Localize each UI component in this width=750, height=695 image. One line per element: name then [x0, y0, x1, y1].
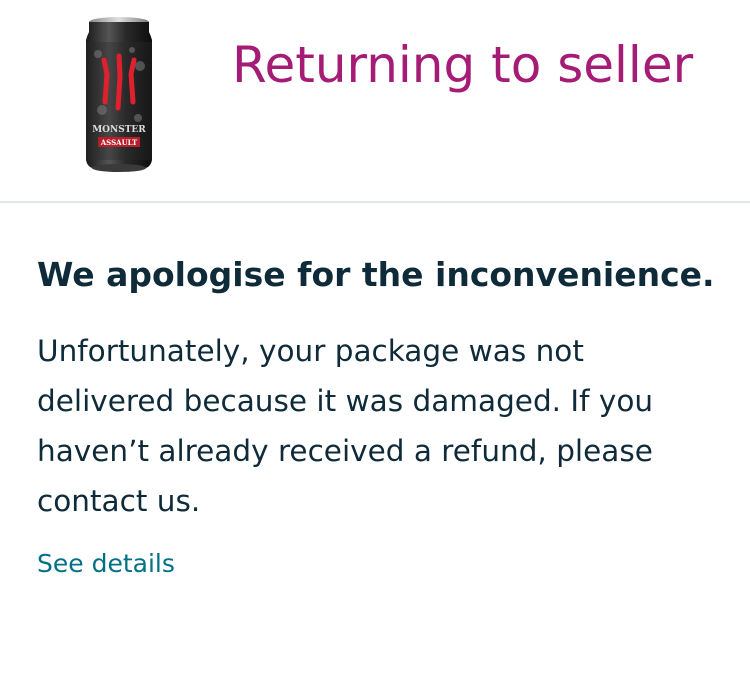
delivery-issue-section: We apologise for the inconvenience. Unfo… [37, 250, 727, 580]
svg-text:ASSAULT: ASSAULT [100, 138, 138, 147]
see-details-link[interactable]: See details [37, 548, 175, 580]
shipment-status-title: Returning to seller [232, 36, 694, 94]
product-image[interactable]: MONSTER ASSAULT [78, 14, 160, 174]
apology-heading: We apologise for the inconvenience. [37, 255, 715, 294]
shipment-status-header: MONSTER ASSAULT Returning to seller [0, 0, 750, 203]
svg-text:MONSTER: MONSTER [92, 125, 146, 135]
delivery-issue-message: Unfortunately, your package was not deli… [37, 334, 654, 518]
